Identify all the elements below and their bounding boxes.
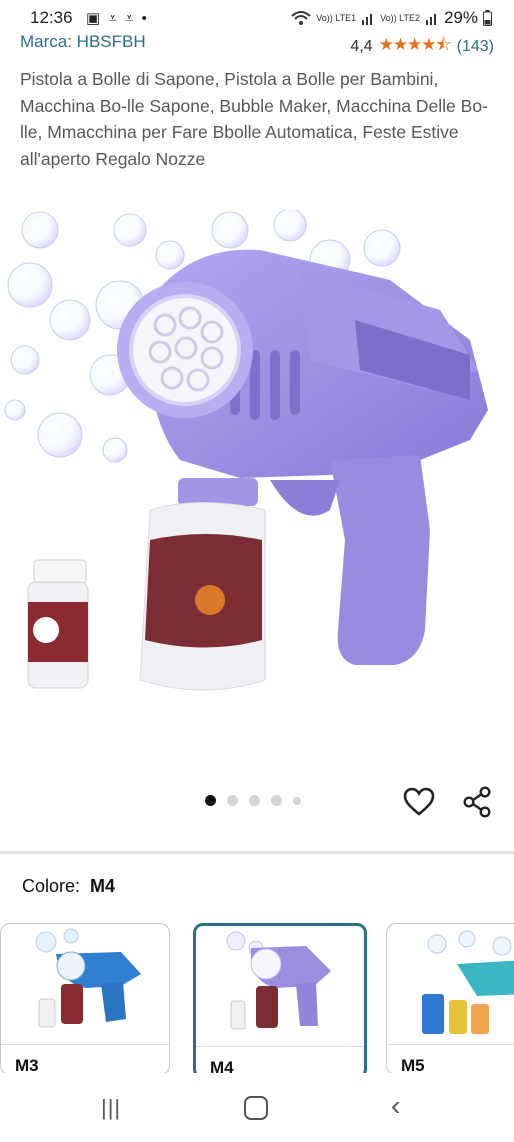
status-right: Vo)) LTE1 Vo)) LTE2 29% [291,8,492,28]
gallery-dot[interactable] [293,796,301,805]
variant-option-m5[interactable]: M5 [386,923,514,1075]
product-title: Pistola a Bolle di Sapone, Pistola a Bol… [20,69,488,169]
rating-summary[interactable]: 4,4 ★★★★⯪ (143) [350,32,494,61]
variant-thumbnail [35,928,141,1028]
brand-link[interactable]: Marca: HBSFBH [20,32,146,52]
notification-icons: ▣ ⩡ ⩡ • [86,10,149,27]
carrier2-label: Vo)) LTE2 [380,12,420,23]
gallery-dot[interactable] [205,795,216,806]
star-rating-icon: ★★★★⯪ [378,35,452,54]
selected-color: M4 [90,876,116,896]
battery-icon [483,10,492,26]
status-bar: 12:36 ▣ ⩡ ⩡ • Vo)) LTE1 Vo)) LTE2 29% [0,0,514,34]
color-selector-label: Colore: M4 [22,876,115,897]
variant-separator [1,1044,169,1045]
rating-value: 4,4 [350,37,373,55]
color-label: Colore: [22,876,81,896]
variant-option-m4[interactable]: M4 [193,923,367,1079]
signal-icon [362,14,373,25]
section-divider [0,851,514,854]
variant-option-m3[interactable]: M3 [0,923,170,1075]
brand-rating-row: Marca: HBSFBH 4,4 ★★★★⯪ (143) [20,32,494,55]
carrier1-label: Vo)) LTE1 [316,12,357,23]
share-icon[interactable] [460,785,494,819]
variant-separator [387,1044,514,1045]
variant-thumbnail [226,931,331,1030]
signal-icon-2 [425,14,436,25]
wifi-icon [291,11,311,25]
system-nav-bar: ||| ‹ [0,1073,514,1142]
status-time: 12:36 [30,8,73,27]
heart-icon[interactable] [402,785,436,819]
rating-count[interactable]: (143) [457,38,494,56]
bubble-gun-illustration [4,208,488,691]
variant-separator [196,1046,364,1047]
back-button[interactable]: ‹ [391,1090,400,1122]
gallery-indicator[interactable] [205,795,301,806]
battery-percent: 29% [443,8,478,27]
gallery-dot[interactable] [227,795,238,806]
recents-button[interactable]: ||| [101,1095,121,1121]
home-button[interactable] [244,1096,268,1120]
variant-thumbnail [422,930,514,1034]
product-image[interactable] [0,208,514,770]
gallery-dot[interactable] [249,795,260,806]
gallery-dot[interactable] [271,795,282,806]
